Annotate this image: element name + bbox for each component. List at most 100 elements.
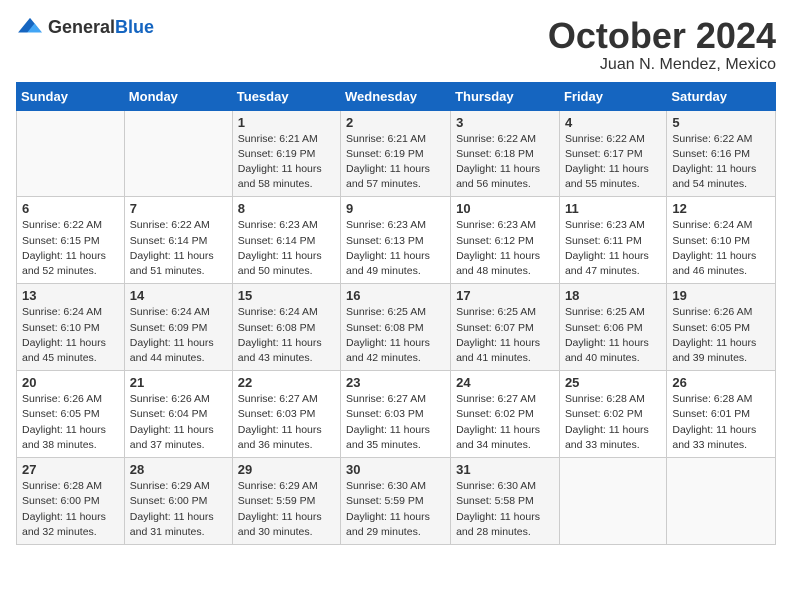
- day-number: 23: [346, 375, 445, 390]
- calendar-cell: 19 Sunrise: 6:26 AMSunset: 6:05 PMDayligh…: [667, 284, 776, 371]
- logo-general: General: [48, 17, 115, 37]
- weekday-header-sunday: Sunday: [17, 82, 125, 110]
- day-info: Sunrise: 6:24 AMSunset: 6:08 PMDaylight:…: [238, 306, 322, 364]
- day-info: Sunrise: 6:26 AMSunset: 6:05 PMDaylight:…: [672, 306, 756, 364]
- weekday-header-row: SundayMondayTuesdayWednesdayThursdayFrid…: [17, 82, 776, 110]
- logo-blue: Blue: [115, 17, 154, 37]
- day-number: 27: [22, 462, 119, 477]
- calendar-cell: 6Sunrise: 6:22 AMSunset: 6:15 PMDaylight…: [17, 197, 125, 284]
- calendar-cell: 30Sunrise: 6:30 AMSunset: 5:59 PMDayligh…: [341, 458, 451, 545]
- calendar-cell: 14Sunrise: 6:24 AMSunset: 6:09 PMDayligh…: [124, 284, 232, 371]
- calendar-cell: 3Sunrise: 6:22 AMSunset: 6:18 PMDaylight…: [451, 110, 560, 197]
- calendar-cell: 15 Sunrise: 6:24 AMSunset: 6:08 PMDayligh…: [232, 284, 340, 371]
- calendar-cell: 28 Sunrise: 6:29 AMSunset: 6:00 PMDayligh…: [124, 458, 232, 545]
- day-number: 6: [22, 201, 119, 216]
- day-number: 1: [238, 115, 335, 130]
- calendar-cell: 23 Sunrise: 6:27 AMSunset: 6:03 PMDayligh…: [341, 371, 451, 458]
- calendar-cell: 27 Sunrise: 6:28 AMSunset: 6:00 PMDayligh…: [17, 458, 125, 545]
- day-number: 2: [346, 115, 445, 130]
- day-info: Sunrise: 6:25 AMSunset: 6:08 PMDaylight:…: [346, 306, 430, 364]
- logo-icon: [16, 16, 44, 38]
- day-number: 15: [238, 288, 335, 303]
- calendar-cell: 7 Sunrise: 6:22 AMSunset: 6:14 PMDaylight…: [124, 197, 232, 284]
- calendar-cell: [17, 110, 125, 197]
- day-info: Sunrise: 6:23 AMSunset: 6:13 PMDaylight:…: [346, 219, 430, 277]
- day-number: 18: [565, 288, 661, 303]
- title-block: October 2024 Juan N. Mendez, Mexico: [548, 16, 776, 74]
- calendar-cell: 8Sunrise: 6:23 AMSunset: 6:14 PMDaylight…: [232, 197, 340, 284]
- day-number: 17: [456, 288, 554, 303]
- day-info: Sunrise: 6:21 AMSunset: 6:19 PMDaylight:…: [346, 133, 430, 191]
- calendar-cell: [559, 458, 666, 545]
- calendar-cell: 12Sunrise: 6:24 AMSunset: 6:10 PMDayligh…: [667, 197, 776, 284]
- calendar-cell: 9 Sunrise: 6:23 AMSunset: 6:13 PMDaylight…: [341, 197, 451, 284]
- day-info: Sunrise: 6:24 AMSunset: 6:10 PMDaylight:…: [22, 306, 106, 364]
- day-info: Sunrise: 6:23 AMSunset: 6:11 PMDaylight:…: [565, 219, 649, 277]
- calendar-cell: 1Sunrise: 6:21 AMSunset: 6:19 PMDaylight…: [232, 110, 340, 197]
- day-number: 8: [238, 201, 335, 216]
- day-number: 25: [565, 375, 661, 390]
- calendar-cell: 16 Sunrise: 6:25 AMSunset: 6:08 PMDayligh…: [341, 284, 451, 371]
- day-number: 10: [456, 201, 554, 216]
- day-number: 3: [456, 115, 554, 130]
- page-header: GeneralBlue October 2024 Juan N. Mendez,…: [16, 16, 776, 74]
- day-info: Sunrise: 6:29 AMSunset: 6:00 PMDaylight:…: [130, 480, 214, 538]
- weekday-header-friday: Friday: [559, 82, 666, 110]
- day-info: Sunrise: 6:28 AMSunset: 6:00 PMDaylight:…: [22, 480, 106, 538]
- day-number: 22: [238, 375, 335, 390]
- calendar-cell: 17 Sunrise: 6:25 AMSunset: 6:07 PMDayligh…: [451, 284, 560, 371]
- day-info: Sunrise: 6:25 AMSunset: 6:07 PMDaylight:…: [456, 306, 540, 364]
- calendar-cell: 26Sunrise: 6:28 AMSunset: 6:01 PMDayligh…: [667, 371, 776, 458]
- calendar-cell: 20 Sunrise: 6:26 AMSunset: 6:05 PMDayligh…: [17, 371, 125, 458]
- day-info: Sunrise: 6:22 AMSunset: 6:14 PMDaylight:…: [130, 219, 214, 277]
- day-number: 31: [456, 462, 554, 477]
- calendar-cell: 13 Sunrise: 6:24 AMSunset: 6:10 PMDayligh…: [17, 284, 125, 371]
- calendar-cell: 18 Sunrise: 6:25 AMSunset: 6:06 PMDayligh…: [559, 284, 666, 371]
- weekday-header-monday: Monday: [124, 82, 232, 110]
- day-number: 20: [22, 375, 119, 390]
- calendar-cell: 2 Sunrise: 6:21 AMSunset: 6:19 PMDaylight…: [341, 110, 451, 197]
- day-number: 16: [346, 288, 445, 303]
- calendar-table: SundayMondayTuesdayWednesdayThursdayFrid…: [16, 82, 776, 545]
- calendar-week-row: 1 Sunrise: 6:21 AMSunset: 6:19 PMDaylight…: [17, 110, 776, 197]
- day-info: Sunrise: 6:28 AMSunset: 6:02 PMDaylight:…: [565, 393, 649, 451]
- day-info: Sunrise: 6:27 AMSunset: 6:03 PMDaylight:…: [238, 393, 322, 451]
- calendar-cell: 5 Sunrise: 6:22 AMSunset: 6:16 PMDaylight…: [667, 110, 776, 197]
- day-number: 11: [565, 201, 661, 216]
- calendar-cell: [124, 110, 232, 197]
- calendar-cell: 22 Sunrise: 6:27 AMSunset: 6:03 PMDayligh…: [232, 371, 340, 458]
- day-number: 5: [672, 115, 770, 130]
- day-info: Sunrise: 6:25 AMSunset: 6:06 PMDaylight:…: [565, 306, 649, 364]
- weekday-header-saturday: Saturday: [667, 82, 776, 110]
- calendar-cell: 29Sunrise: 6:29 AMSunset: 5:59 PMDayligh…: [232, 458, 340, 545]
- day-number: 13: [22, 288, 119, 303]
- logo-text: GeneralBlue: [48, 17, 154, 38]
- calendar-cell: 24Sunrise: 6:27 AMSunset: 6:02 PMDayligh…: [451, 371, 560, 458]
- calendar-cell: 21 Sunrise: 6:26 AMSunset: 6:04 PMDayligh…: [124, 371, 232, 458]
- day-info: Sunrise: 6:26 AMSunset: 6:05 PMDaylight:…: [22, 393, 106, 451]
- day-number: 29: [238, 462, 335, 477]
- weekday-header-wednesday: Wednesday: [341, 82, 451, 110]
- weekday-header-thursday: Thursday: [451, 82, 560, 110]
- day-info: Sunrise: 6:26 AMSunset: 6:04 PMDaylight:…: [130, 393, 214, 451]
- calendar-week-row: 27 Sunrise: 6:28 AMSunset: 6:00 PMDayligh…: [17, 458, 776, 545]
- day-number: 21: [130, 375, 227, 390]
- day-number: 9: [346, 201, 445, 216]
- weekday-header-tuesday: Tuesday: [232, 82, 340, 110]
- day-number: 26: [672, 375, 770, 390]
- day-number: 7: [130, 201, 227, 216]
- calendar-cell: 4 Sunrise: 6:22 AMSunset: 6:17 PMDaylight…: [559, 110, 666, 197]
- calendar-cell: 31Sunrise: 6:30 AMSunset: 5:58 PMDayligh…: [451, 458, 560, 545]
- day-number: 4: [565, 115, 661, 130]
- day-info: Sunrise: 6:30 AMSunset: 5:59 PMDaylight:…: [346, 480, 430, 538]
- day-number: 28: [130, 462, 227, 477]
- day-number: 19: [672, 288, 770, 303]
- day-info: Sunrise: 6:24 AMSunset: 6:10 PMDaylight:…: [672, 219, 756, 277]
- day-info: Sunrise: 6:22 AMSunset: 6:16 PMDaylight:…: [672, 133, 756, 191]
- calendar-week-row: 6Sunrise: 6:22 AMSunset: 6:15 PMDaylight…: [17, 197, 776, 284]
- location-title: Juan N. Mendez, Mexico: [548, 56, 776, 74]
- day-number: 14: [130, 288, 227, 303]
- day-info: Sunrise: 6:27 AMSunset: 6:03 PMDaylight:…: [346, 393, 430, 451]
- day-info: Sunrise: 6:22 AMSunset: 6:17 PMDaylight:…: [565, 133, 649, 191]
- calendar-cell: [667, 458, 776, 545]
